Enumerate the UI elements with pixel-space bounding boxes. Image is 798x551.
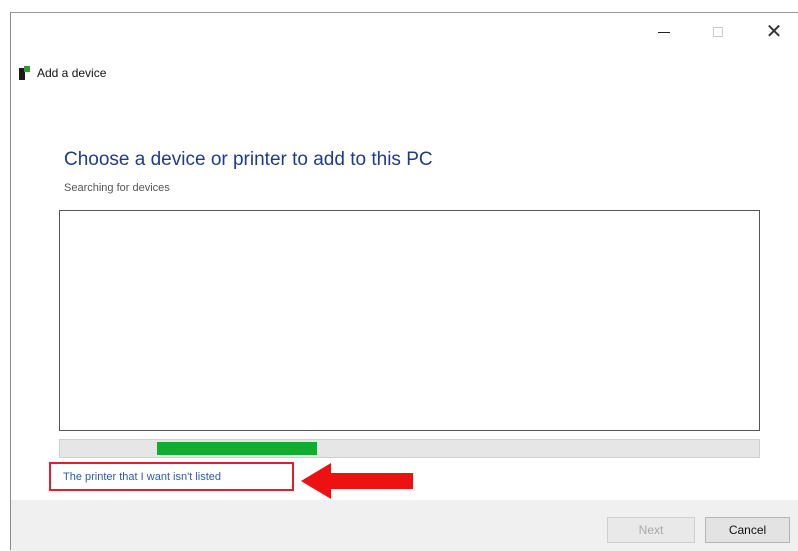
title-bar[interactable]: ✕ — [11, 13, 798, 51]
window-title: Add a device — [37, 66, 107, 80]
next-button[interactable]: Next — [607, 517, 695, 543]
maximize-button[interactable] — [695, 13, 741, 51]
page-heading: Choose a device or printer to add to thi… — [64, 149, 433, 170]
progress-fill — [157, 442, 317, 455]
close-button[interactable]: ✕ — [751, 13, 797, 51]
printer-not-listed-link[interactable]: The printer that I want isn't listed — [63, 471, 221, 483]
link-highlight-box: The printer that I want isn't listed — [49, 462, 294, 491]
add-device-icon — [19, 66, 30, 80]
search-progress-bar — [59, 439, 760, 458]
search-status: Searching for devices — [64, 182, 170, 194]
cancel-button[interactable]: Cancel — [705, 517, 790, 543]
minimize-button[interactable] — [641, 13, 687, 51]
app-header: Add a device — [19, 63, 106, 83]
minimize-icon — [658, 31, 670, 33]
add-device-window: ✕ Add a device Choose a device or printe… — [10, 12, 798, 551]
maximize-icon — [713, 27, 723, 37]
close-icon: ✕ — [765, 21, 783, 43]
device-list[interactable] — [59, 210, 760, 431]
red-arrow-icon — [301, 463, 413, 499]
